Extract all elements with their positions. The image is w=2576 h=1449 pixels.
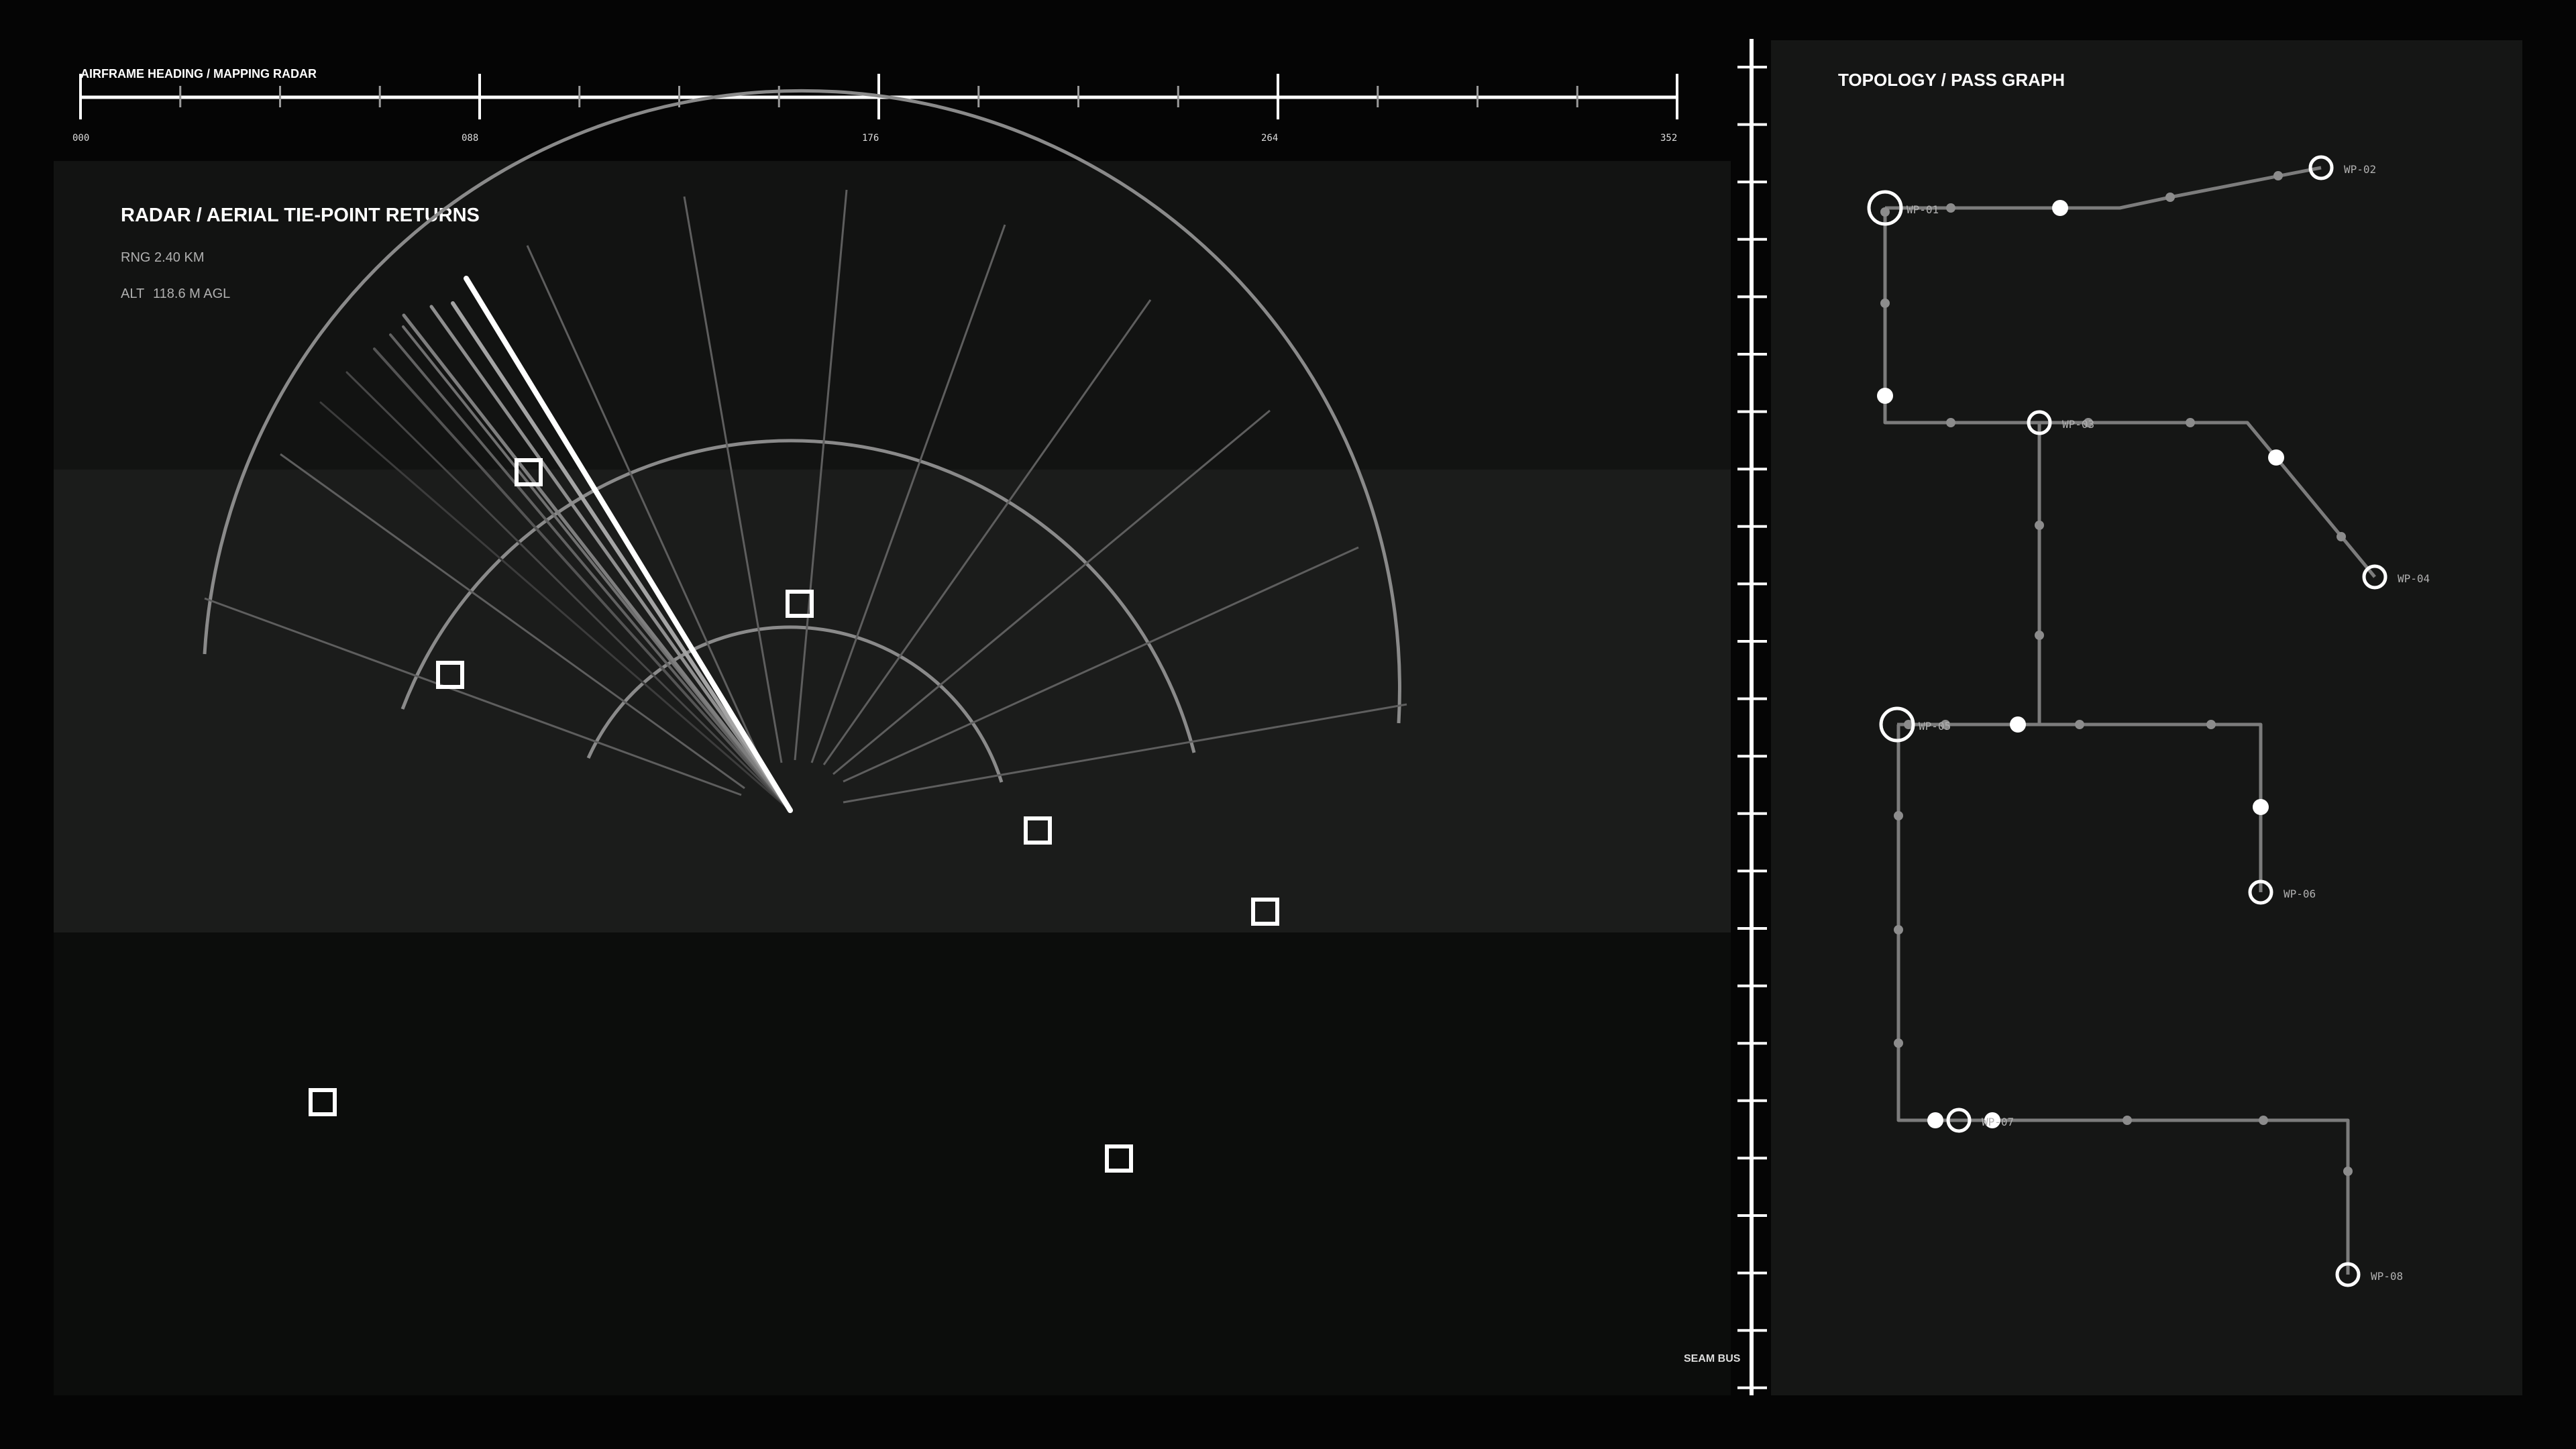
topology-panel: TOPOLOGY / PASS GRAPH WP-01 WP-02 WP-03 … (1771, 40, 2522, 1395)
heading-tick-label: 088 (462, 133, 478, 144)
range-label: RNG (121, 250, 150, 265)
heading-tape-title: AIRFRAME HEADING / MAPPING RADAR (80, 67, 317, 80)
waypoint-label: WP-06 (2284, 888, 2316, 900)
waypoint-label: WP-03 (2062, 418, 2094, 431)
waypoint-label: WP-01 (1907, 203, 1939, 216)
topology-panel-title: TOPOLOGY / PASS GRAPH (1838, 70, 2065, 90)
radar-panel: RADAR / AERIAL TIE-POINT RETURNS RNG 2.4… (54, 89, 1731, 1395)
altitude-value: 118.6 M AGL (153, 286, 230, 301)
junction-node[interactable] (2010, 716, 2026, 733)
heading-tick-label: 352 (1660, 133, 1677, 144)
seam-bus-label: SEAM BUS (1684, 1353, 1741, 1364)
heading-tick-label: 000 (72, 133, 89, 144)
altitude-label: ALT (121, 286, 144, 301)
junction-node[interactable] (2268, 449, 2284, 466)
heading-tick-label: 176 (862, 133, 879, 144)
waypoint-label: WP-02 (2344, 163, 2376, 176)
junction-node[interactable] (1877, 388, 1893, 404)
waypoint-label: WP-07 (1982, 1116, 2014, 1128)
hud-canvas: AIRFRAME HEADING / MAPPING RADAR 000 088… (54, 39, 2522, 1395)
waypoint-label: WP-04 (2398, 572, 2430, 585)
heading-tape: AIRFRAME HEADING / MAPPING RADAR 000 088… (72, 67, 1678, 144)
radar-panel-lower (54, 932, 1731, 1395)
junction-node[interactable] (2253, 799, 2269, 815)
junction-node[interactable] (1927, 1112, 1943, 1128)
waypoint-label: WP-08 (2371, 1270, 2403, 1283)
range-value: 2.40 KM (154, 250, 204, 265)
waypoint-label: WP-05 (1919, 720, 1951, 733)
junction-node[interactable] (2052, 200, 2068, 216)
heading-tick-label: 264 (1261, 133, 1278, 144)
